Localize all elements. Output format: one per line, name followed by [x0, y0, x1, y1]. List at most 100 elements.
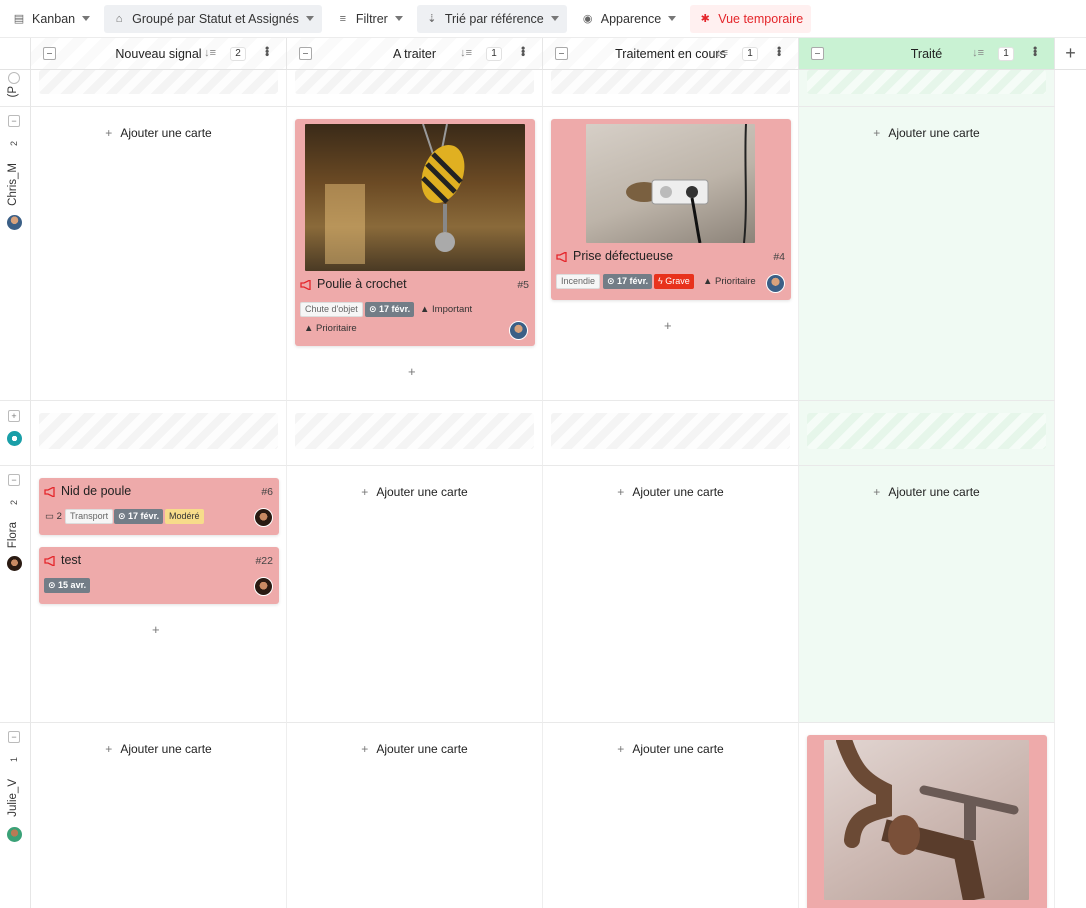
- tag-date: ⊙ 17 févr.: [603, 274, 653, 289]
- card-nid-de-poule[interactable]: Nid de poule #6 ▭ 2 Transport ⊙ 17 févr.…: [39, 478, 279, 535]
- card-title: Poulie à crochet: [300, 277, 407, 292]
- board-corner: [0, 38, 31, 70]
- chevron-down-icon: [394, 16, 403, 21]
- lane-cell: + Ajouter une carte: [543, 723, 799, 908]
- megaphone-icon: [44, 485, 56, 499]
- appearance-button[interactable]: ◉ Apparence: [573, 5, 684, 33]
- add-card-button[interactable]: + Ajouter une carte: [543, 485, 798, 499]
- card-faucet[interactable]: [807, 735, 1047, 908]
- plus-icon: +: [873, 126, 881, 140]
- more-menu-icon[interactable]: •••: [1028, 46, 1042, 56]
- plus-icon: +: [873, 485, 881, 499]
- lane-expand-icon[interactable]: +: [8, 410, 20, 422]
- comment-count-text: 2: [56, 511, 62, 522]
- plus-icon: +: [617, 742, 625, 756]
- lane-header-julie-v[interactable]: − 1 Julie_V: [0, 723, 31, 908]
- filter-button[interactable]: ≡ Filtrer: [328, 5, 411, 33]
- sort-button[interactable]: ⇣ Trié par référence: [416, 4, 567, 33]
- lane-cell: + Ajouter une carte: [543, 466, 799, 723]
- assignee-avatar[interactable]: [509, 321, 528, 340]
- lane-name: Flora: [7, 522, 19, 549]
- plus-icon[interactable]: +: [408, 364, 416, 379]
- plus-icon[interactable]: +: [152, 622, 160, 637]
- plus-icon[interactable]: +: [664, 318, 672, 333]
- avatar: [7, 215, 22, 230]
- card-prise-defectueuse[interactable]: Prise défectueuse #4 Incendie ⊙ 17 févr.…: [551, 119, 791, 300]
- lane-cell: + Ajouter une carte: [287, 723, 543, 908]
- add-card-label: Ajouter une carte: [632, 485, 724, 499]
- tag-date: ⊙ 17 févr.: [114, 509, 164, 524]
- card-title: Prise défectueuse: [556, 249, 674, 264]
- assignee-avatar[interactable]: [766, 274, 785, 293]
- column-count: 2: [230, 47, 246, 61]
- column-header-nouveau-signal[interactable]: Nouveau signal ↓≡ 2 •••: [31, 38, 287, 70]
- more-menu-icon[interactable]: •••: [772, 46, 786, 56]
- card-image: [305, 124, 525, 271]
- assignee-avatar[interactable]: [254, 508, 273, 527]
- chevron-down-icon: [550, 16, 559, 21]
- filter-icon: ≡: [339, 12, 347, 25]
- lane-cell: + Ajouter une carte: [31, 723, 287, 908]
- chevron-down-icon: [668, 16, 677, 21]
- sort-icon[interactable]: ↓≡: [460, 47, 472, 59]
- more-menu-icon[interactable]: •••: [260, 46, 274, 56]
- add-card-button[interactable]: + Ajouter une carte: [287, 742, 542, 756]
- view-selector[interactable]: ▤ Kanban: [4, 5, 98, 33]
- tag-category: Chute d'objet: [300, 302, 363, 317]
- lane-cell: [287, 70, 543, 107]
- tag-date: ⊙ 15 avr.: [44, 578, 91, 593]
- column-header-traite[interactable]: Traité ↓≡ 1 •••: [799, 38, 1055, 70]
- sort-icon[interactable]: ↓≡: [972, 47, 984, 59]
- tag-priority-prioritaire: ▲ Prioritaire: [304, 323, 357, 334]
- tag-date-text: 17 févr.: [617, 276, 649, 286]
- add-card-button[interactable]: + Ajouter une carte: [31, 742, 286, 756]
- lane-cell: + Ajouter une carte: [799, 466, 1055, 723]
- column-header-a-traiter[interactable]: A traiter ↓≡ 1 •••: [287, 38, 543, 70]
- sort-icon[interactable]: ↓≡: [716, 47, 728, 59]
- card-ref: #5: [517, 279, 529, 291]
- lane-cell: + Ajouter une carte: [31, 107, 287, 401]
- lane-collapse-icon[interactable]: −: [8, 731, 20, 743]
- collapsed-placeholder: [551, 70, 790, 94]
- lane-name: (P: [7, 86, 19, 98]
- lane-header-chris-m[interactable]: − 2 Chris_M: [0, 107, 31, 401]
- column-header-traitement-en-cours[interactable]: Traitement en cours ↓≡ 1 •••: [543, 38, 799, 70]
- add-card-label: Ajouter une carte: [376, 742, 468, 756]
- card-title-text: Prise défectueuse: [573, 249, 674, 263]
- chevron-down-icon: [305, 16, 314, 21]
- lane-name: Julie_V: [7, 779, 19, 817]
- group-label: Groupé par Statut et Assignés: [132, 11, 299, 26]
- lane-collapse-icon[interactable]: −: [8, 115, 20, 127]
- add-card-label: Ajouter une carte: [632, 742, 724, 756]
- card-image: [824, 740, 1029, 900]
- add-card-button[interactable]: + Ajouter une carte: [799, 126, 1054, 140]
- card-title-text: test: [61, 553, 82, 567]
- add-card-button[interactable]: + Ajouter une carte: [287, 485, 542, 499]
- lane-collapse-icon[interactable]: −: [8, 474, 20, 486]
- lane-header-unassigned[interactable]: +: [0, 401, 31, 466]
- lane-cell: [543, 401, 799, 466]
- temporary-view-button[interactable]: ✱ Vue temporaire: [690, 4, 812, 33]
- sort-icon[interactable]: ↓≡: [204, 47, 216, 59]
- lane-count: 2: [9, 141, 19, 147]
- more-menu-icon[interactable]: •••: [516, 46, 530, 56]
- column-title: Traité: [910, 46, 943, 61]
- kanban-icon: ▤: [13, 13, 25, 25]
- column-title: Nouveau signal: [115, 46, 202, 61]
- lane-cell: [799, 70, 1055, 107]
- lane-toggle-icon[interactable]: [8, 72, 20, 84]
- lane-cell: [31, 70, 287, 107]
- filter-label: Filtrer: [355, 11, 388, 26]
- add-card-button[interactable]: + Ajouter une carte: [799, 485, 1054, 499]
- lane-header-p[interactable]: (P: [0, 70, 31, 107]
- assignee-avatar[interactable]: [254, 577, 273, 596]
- card-test[interactable]: test #22 ⊙ 15 avr.: [39, 547, 279, 604]
- add-column-button[interactable]: +: [1055, 38, 1086, 70]
- column-count: 1: [742, 47, 758, 61]
- add-card-button[interactable]: + Ajouter une carte: [31, 126, 286, 140]
- lane-header-flora[interactable]: − 2 Flora: [0, 466, 31, 723]
- group-by-button[interactable]: ⌂ Groupé par Statut et Assignés: [104, 4, 322, 33]
- add-card-button[interactable]: + Ajouter une carte: [543, 742, 798, 756]
- megaphone-icon: [556, 250, 568, 264]
- card-poulie-a-crochet[interactable]: Poulie à crochet #5 Chute d'objet ⊙ 17 f…: [295, 119, 535, 346]
